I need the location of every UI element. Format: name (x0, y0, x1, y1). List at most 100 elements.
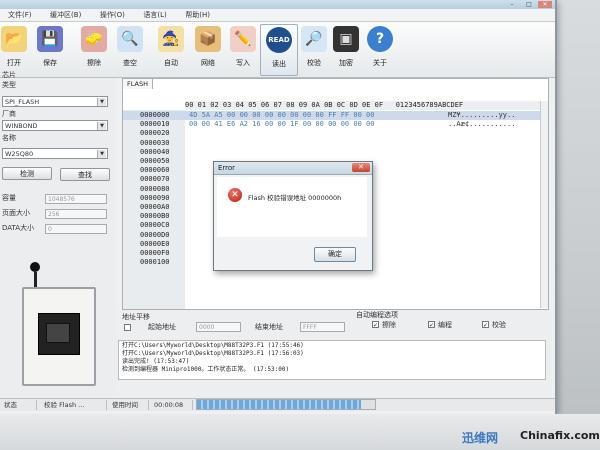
chip-header: 芯片 (2, 71, 16, 79)
error-icon: ✕ (228, 188, 242, 202)
data-size-label: DATA大小 (2, 224, 35, 232)
pencil-write-icon: ✏️ (230, 26, 256, 52)
offset-section-label: 地址平移 (122, 313, 150, 321)
hex-row-address: 0000040 (140, 147, 170, 156)
end-address-label: 结束地址 (255, 323, 283, 331)
hex-scrollbar[interactable] (540, 101, 548, 308)
verify-option-label: 校验 (492, 321, 506, 329)
toolbar-blank-check-button[interactable]: 🔍 查空 (112, 24, 148, 74)
search-button[interactable]: 查找 (60, 168, 110, 181)
toolbar-save-label: 保存 (43, 59, 57, 67)
dialog-body (217, 177, 367, 237)
program-checkbox[interactable]: ✓ (428, 321, 435, 329)
name-select[interactable]: W25Q80 ▼ (2, 148, 108, 159)
hex-row-address: 00000A0 (140, 203, 170, 211)
toolbar-encrypt-label: 加密 (339, 59, 353, 67)
capacity-label: 容量 (2, 194, 16, 202)
menu-file[interactable]: 文件(F) (0, 9, 40, 21)
toolbar-about-label: 关于 (373, 59, 387, 67)
hex-row-address: 00000C0 (140, 221, 170, 230)
toolbar-verify-label: 校验 (307, 59, 321, 67)
hex-row-ascii: ..Aæ¢........... (448, 120, 516, 129)
toolbar-erase-button[interactable]: 🧽 擦除 (76, 24, 112, 74)
toolbar-open-label: 打开 (7, 59, 21, 67)
toolbar-open-button[interactable]: 📂 打开 (0, 24, 32, 74)
hex-row-address: 0000060 (140, 166, 170, 175)
maximize-icon[interactable]: □ (522, 1, 536, 8)
offset-checkbox[interactable] (124, 324, 131, 331)
toolbar-read-button[interactable]: READ 读出 (260, 24, 298, 76)
log-line: 打开C:\Users\Myworld\Desktop\M88T32P3.F1 (… (122, 342, 304, 349)
programmer-window: – □ ✕ 文件(F) 缓冲区(B) 操作(O) 语言(L) 帮助(H) 📂 打… (0, 0, 557, 414)
chevron-down-icon: ▼ (97, 122, 106, 130)
toolbar-write-button[interactable]: ✏️ 写入 (225, 24, 261, 74)
toolbar-verify-button[interactable]: 🔎 校验 (296, 24, 332, 74)
chevron-down-icon: ▼ (97, 150, 106, 158)
hex-row-address: 00000D0 (140, 230, 170, 239)
type-label: 类型 (2, 81, 16, 89)
hex-row-address: 00000E0 (140, 239, 170, 248)
hex-row[interactable]: 0000040 (123, 148, 547, 157)
vendor-label: 厂商 (2, 110, 16, 118)
status-action: 校验 Flash ... (40, 400, 107, 410)
start-address-input[interactable]: 0000 (196, 322, 241, 332)
hex-column-header: 00 01 02 03 04 05 06 07 08 09 0A 0B 0C 0… (185, 101, 547, 110)
read-disc-icon: READ (266, 27, 292, 53)
hex-row-address: 00000B0 (140, 212, 170, 221)
menu-operation[interactable]: 操作(O) (92, 9, 133, 21)
detect-button[interactable]: 检测 (2, 167, 52, 180)
floppy-disk-icon: 💾 (37, 26, 63, 52)
end-address-input[interactable]: FFFF (300, 322, 345, 332)
toolbar-save-button[interactable]: 💾 保存 (32, 24, 68, 74)
progress-bar (196, 399, 376, 410)
ok-button[interactable]: 确定 (314, 247, 356, 262)
folder-open-icon: 📂 (1, 26, 27, 52)
toolbar-auto-button[interactable]: 🧙 自动 (153, 24, 189, 74)
program-option-label: 编程 (438, 321, 452, 329)
toolbar-about-button[interactable]: ? 关于 (362, 24, 398, 74)
verify-checkbox[interactable]: ✓ (482, 321, 489, 329)
eraser-icon: 🧽 (81, 26, 107, 52)
hex-row-address: 00000F0 (140, 249, 170, 257)
menu-bar: 文件(F) 缓冲区(B) 操作(O) 语言(L) 帮助(H) (0, 9, 555, 22)
log-line: 读出完成! (17:53:47) (122, 358, 190, 365)
hex-row[interactable]: 0000010 00 00 41 E6 A2 16 00 00 1F 00 00 … (123, 120, 547, 129)
toolbar-network-label: 网络 (201, 59, 215, 67)
hex-row-address: 0000030 (140, 138, 170, 147)
page-size-label: 页面大小 (2, 209, 30, 217)
close-icon[interactable]: ✕ (352, 163, 370, 172)
hex-row-bytes: 00 00 41 E6 A2 16 00 00 1F 00 00 00 00 0… (189, 120, 375, 129)
capacity-field: 1048576 (45, 194, 107, 204)
toolbar-encrypt-button[interactable]: ▣ 加密 (328, 24, 364, 74)
dialog-message: Flash 校验错误地址 0000000h (248, 194, 342, 202)
hex-row-address: 0000020 (140, 129, 170, 138)
hex-row[interactable]: 0000020 (123, 129, 547, 138)
menu-language[interactable]: 语言(L) (135, 9, 174, 21)
error-dialog: Error ✕ ✕ Flash 校验错误地址 0000000h 确定 (213, 161, 373, 271)
vendor-select[interactable]: WINBOND ▼ (2, 120, 108, 131)
hex-row[interactable]: 0000000 4D 5A A5 00 00 00 00 00 00 00 00 … (123, 111, 547, 120)
auto-program-section-label: 自动编程选项 (356, 311, 398, 319)
hex-row[interactable]: 0000030 (123, 139, 547, 148)
hex-row-address: 0000090 (140, 193, 170, 202)
type-select[interactable]: SPI_FLASH ▼ (2, 96, 108, 107)
hex-row-address: 0000000 (140, 111, 170, 119)
hex-row-ascii: MZ¥.........yy.. (448, 111, 516, 119)
vendor-select-value: WINBOND (5, 122, 38, 130)
menu-buffer[interactable]: 缓冲区(B) (42, 9, 89, 21)
progress-fill (197, 400, 361, 409)
status-state: 状态 (0, 400, 37, 410)
close-icon[interactable]: ✕ (538, 1, 552, 8)
watermark-left: 迅维网 (462, 431, 499, 445)
chip-lock-icon: ▣ (333, 26, 359, 52)
status-time-label: 使用时间 (108, 400, 149, 410)
magnifier-icon: 🔍 (117, 26, 143, 52)
name-label: 名称 (2, 134, 16, 142)
start-address-label: 起始地址 (148, 323, 176, 331)
menu-help[interactable]: 帮助(H) (177, 9, 218, 21)
toolbar-auto-label: 自动 (164, 59, 178, 67)
tab-flash[interactable]: FLASH (122, 78, 153, 89)
erase-checkbox[interactable]: ✓ (372, 321, 379, 329)
toolbar-network-button[interactable]: 📦 网络 (190, 24, 226, 74)
minimize-icon[interactable]: – (505, 1, 519, 8)
